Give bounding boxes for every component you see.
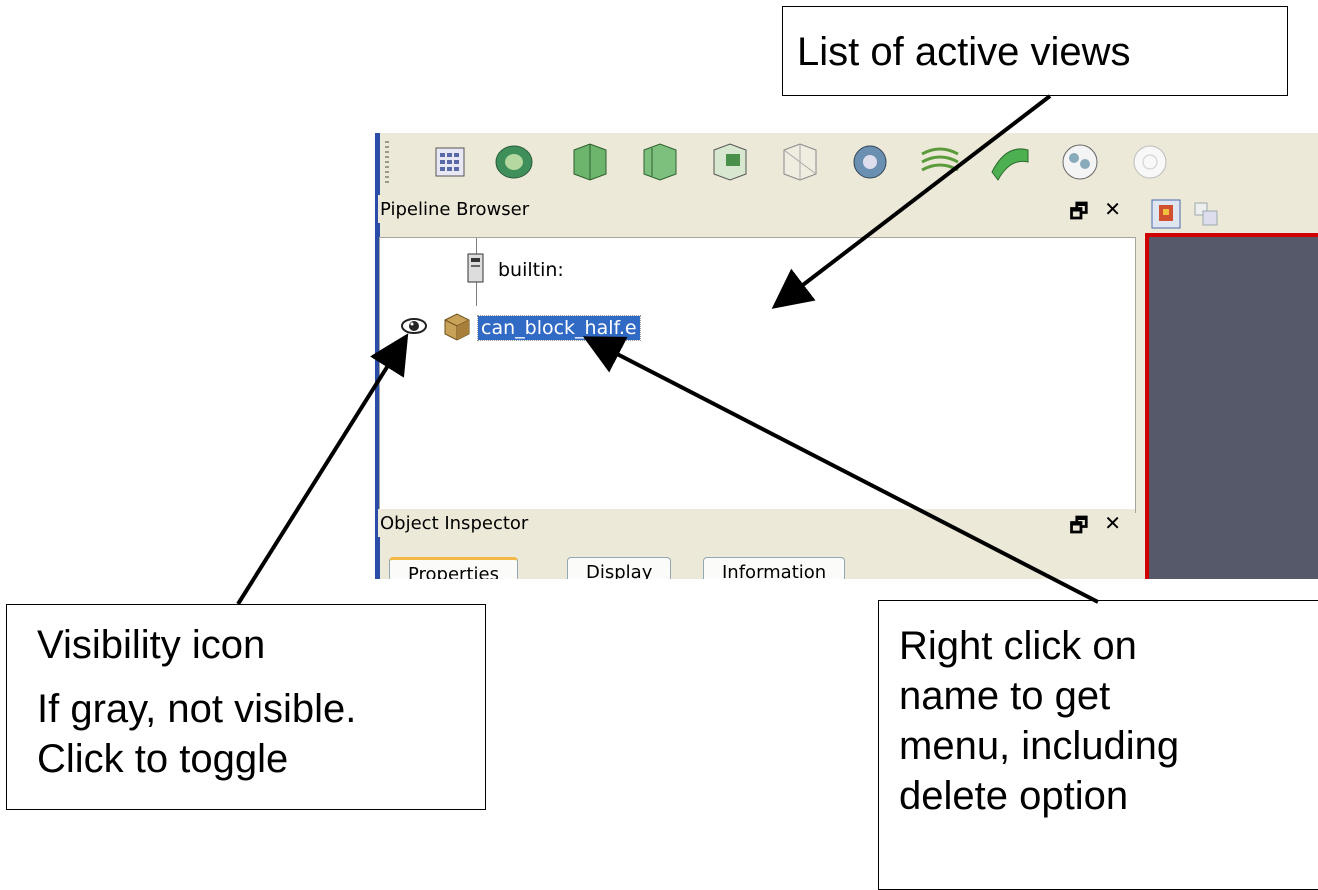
arrow-active-views	[771, 94, 1052, 309]
arrow-right-click	[582, 336, 1099, 604]
arrow-visibility	[236, 333, 409, 606]
annotation-arrows	[236, 94, 1099, 606]
